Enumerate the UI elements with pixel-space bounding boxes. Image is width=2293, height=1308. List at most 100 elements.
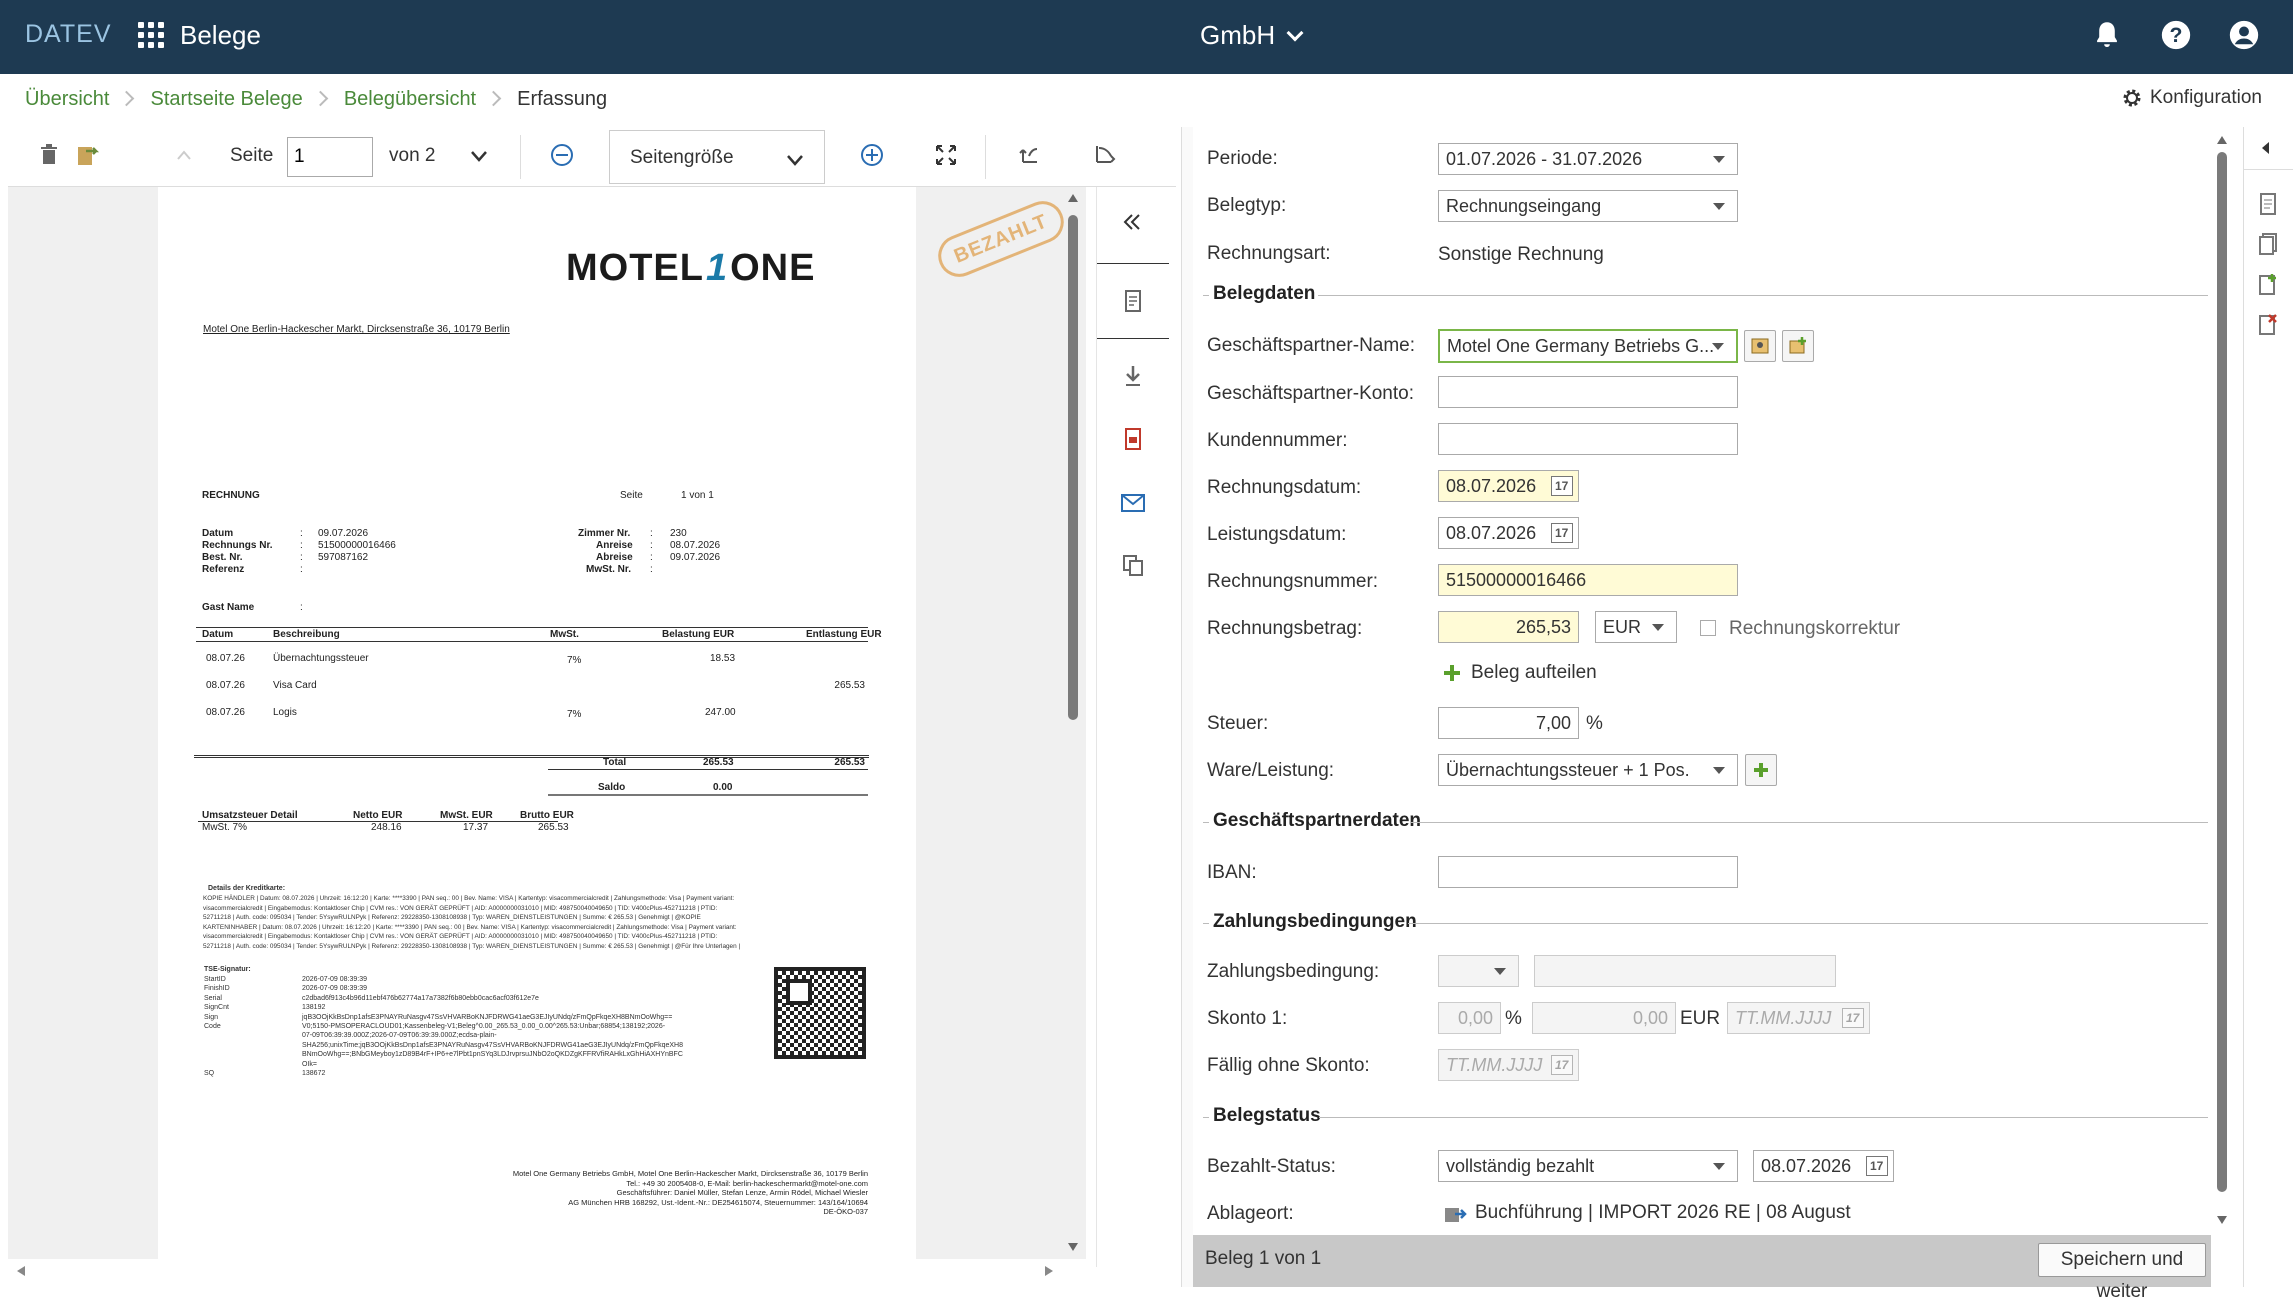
konfiguration-button[interactable]: Konfiguration <box>2120 86 2262 110</box>
skonto-pct-input[interactable]: 0,00 <box>1438 1002 1501 1034</box>
tse-line: SQ 138672 <box>204 1069 326 1077</box>
calendar-icon[interactable] <box>1551 523 1573 543</box>
collapse-left-icon[interactable] <box>1122 212 1142 232</box>
bestnr-label: Best. Nr. <box>202 552 243 563</box>
copy-icon[interactable] <box>1121 553 1145 577</box>
tse-line: BNmOoWhg==;BNbGMeyboy1zD89B4rF+IP6+e7lPb… <box>302 1051 683 1059</box>
ldatum-value: 08.07.2026 <box>1446 523 1537 543</box>
seite-label: Seite <box>620 490 643 501</box>
page-number-input[interactable] <box>287 137 373 177</box>
currency-select[interactable]: EUR <box>1595 611 1677 643</box>
zb-text[interactable] <box>1534 955 1836 987</box>
rdatum-input[interactable]: 08.07.2026 <box>1438 470 1579 502</box>
periode-select[interactable]: 01.07.2026 - 31.07.2026 <box>1438 143 1738 175</box>
document-add-icon[interactable] <box>2257 272 2279 296</box>
steuer-input[interactable]: 7,00 <box>1438 707 1579 739</box>
total-entlastung: 265.53 <box>834 757 865 768</box>
scroll-up-icon[interactable] <box>1067 193 1079 203</box>
download-icon[interactable] <box>1123 364 1143 388</box>
chevron-up-icon[interactable] <box>176 149 192 161</box>
th-entlastung: Entlastung EUR <box>806 629 882 640</box>
scroll-down-icon[interactable] <box>2216 1215 2228 1225</box>
kk-line: visacommercialcredit | Eingabemodus: Kon… <box>203 933 718 940</box>
scroll-up-icon[interactable] <box>2216 135 2228 145</box>
kundennr-input[interactable] <box>1438 423 1738 455</box>
ust-cell: 248.16 <box>371 822 402 833</box>
zb-select[interactable] <box>1438 955 1519 987</box>
document-remove-icon[interactable] <box>2257 312 2279 336</box>
iban-input[interactable] <box>1438 856 1738 888</box>
ldatum-input[interactable]: 08.07.2026 <box>1438 517 1579 549</box>
gp-name-select[interactable]: Motel One Germany Betriebs G... <box>1438 329 1738 363</box>
ware-add-button[interactable] <box>1745 754 1777 786</box>
korrektur-label: Rechnungskorrektur <box>1729 618 1901 639</box>
beleg-aufteilen-button[interactable]: Beleg aufteilen <box>1443 662 1597 684</box>
row-mwst: 7% <box>567 655 582 666</box>
document-viewer[interactable]: MOTEL1ONE Motel One Berlin-Hackescher Ma… <box>8 187 1086 1259</box>
pdf-icon[interactable] <box>1122 427 1144 451</box>
app-grid-icon[interactable] <box>138 22 164 48</box>
mail-icon[interactable] <box>1120 493 1146 513</box>
chevron-down-icon[interactable] <box>470 149 488 163</box>
bell-icon[interactable] <box>2090 18 2124 52</box>
rechnungsart-label: Rechnungsart: <box>1207 243 1331 264</box>
help-icon[interactable]: ? <box>2159 18 2193 52</box>
gp-lookup-button[interactable] <box>1744 330 1776 362</box>
faellig-input[interactable]: TT.MM.JJJJ <box>1438 1049 1579 1081</box>
gp-add-button[interactable] <box>1782 330 1814 362</box>
document-notes-icon[interactable] <box>1121 288 1145 314</box>
ablage-value: Buchführung | IMPORT 2026 RE | 08 August <box>1475 1202 1851 1223</box>
calendar-icon[interactable] <box>1842 1008 1864 1028</box>
document-stack-icon[interactable] <box>2257 232 2279 256</box>
zoom-out-icon[interactable] <box>550 143 574 167</box>
row-desc: Visa Card <box>273 680 317 691</box>
belegtyp-select[interactable]: Rechnungseingang <box>1438 190 1738 222</box>
split-handle[interactable] <box>1181 127 1193 1287</box>
zoom-in-icon[interactable] <box>860 143 884 167</box>
gp-konto-input[interactable] <box>1438 376 1738 408</box>
anreise-value: 08.07.2026 <box>670 540 721 551</box>
company-selector[interactable]: GmbH <box>1200 20 1304 51</box>
scroll-left-icon[interactable] <box>16 1265 26 1277</box>
ablage-link[interactable]: Buchführung | IMPORT 2026 RE | 08 August <box>1443 1202 1851 1224</box>
korrektur-checkbox[interactable] <box>1700 620 1716 636</box>
breadcrumb-uebersicht[interactable]: Übersicht <box>25 88 109 110</box>
trash-icon[interactable] <box>38 143 60 167</box>
skonto-currency: EUR <box>1680 1008 1721 1029</box>
document-export-icon[interactable] <box>76 141 102 167</box>
zoom-select[interactable]: Seitengröße <box>609 130 825 184</box>
save-and-continue-button[interactable]: Speichern und weiter <box>2038 1243 2206 1302</box>
bezahlt-date-input[interactable]: 08.07.2026 <box>1753 1150 1894 1182</box>
bezahlt-select[interactable]: vollständig bezahlt <box>1438 1150 1738 1182</box>
rechnungsnr-value: 51500000016466 <box>318 540 396 551</box>
document-hscrollbar[interactable] <box>8 1260 1086 1280</box>
calendar-icon[interactable] <box>1551 1055 1573 1075</box>
document-icon[interactable] <box>2257 192 2279 216</box>
form-scrollbar-thumb[interactable] <box>2217 152 2227 1192</box>
rotate-right-icon[interactable] <box>1093 142 1117 166</box>
skonto-amount-input[interactable]: 0,00 <box>1532 1002 1676 1034</box>
breadcrumb-startseite-belege[interactable]: Startseite Belege <box>150 88 302 110</box>
calendar-icon[interactable] <box>1551 476 1573 496</box>
rbetrag-input[interactable]: 265,53 <box>1438 611 1579 643</box>
rotate-left-icon[interactable] <box>1017 142 1041 166</box>
row-belastung: 18.53 <box>710 653 736 664</box>
datev-logo[interactable]: DATEV <box>25 20 112 49</box>
row-entlastung: 265.53 <box>834 680 865 691</box>
chevron-right-icon <box>119 90 135 107</box>
user-icon[interactable] <box>2227 18 2261 52</box>
calendar-icon[interactable] <box>1866 1156 1888 1176</box>
company-name: GmbH <box>1200 20 1276 50</box>
ware-select[interactable]: Übernachtungssteuer + 1 Pos. <box>1438 754 1738 786</box>
rnr-input[interactable]: 51500000016466 <box>1438 564 1738 596</box>
fullscreen-icon[interactable] <box>935 144 957 166</box>
skonto-date-input[interactable]: TT.MM.JJJJ <box>1727 1002 1870 1034</box>
document-scrollbar-thumb[interactable] <box>1068 215 1078 720</box>
breadcrumb-beleguebersicht[interactable]: Belegübersicht <box>344 88 476 110</box>
collapse-right-icon[interactable] <box>2259 141 2273 155</box>
gp-name-label: Geschäftspartner-Name: <box>1207 335 1416 356</box>
scroll-right-icon[interactable] <box>1044 1265 1054 1277</box>
scroll-down-icon[interactable] <box>1067 1242 1079 1252</box>
gast-label: Gast Name <box>202 602 255 613</box>
folder-import-icon <box>1445 1208 1467 1222</box>
